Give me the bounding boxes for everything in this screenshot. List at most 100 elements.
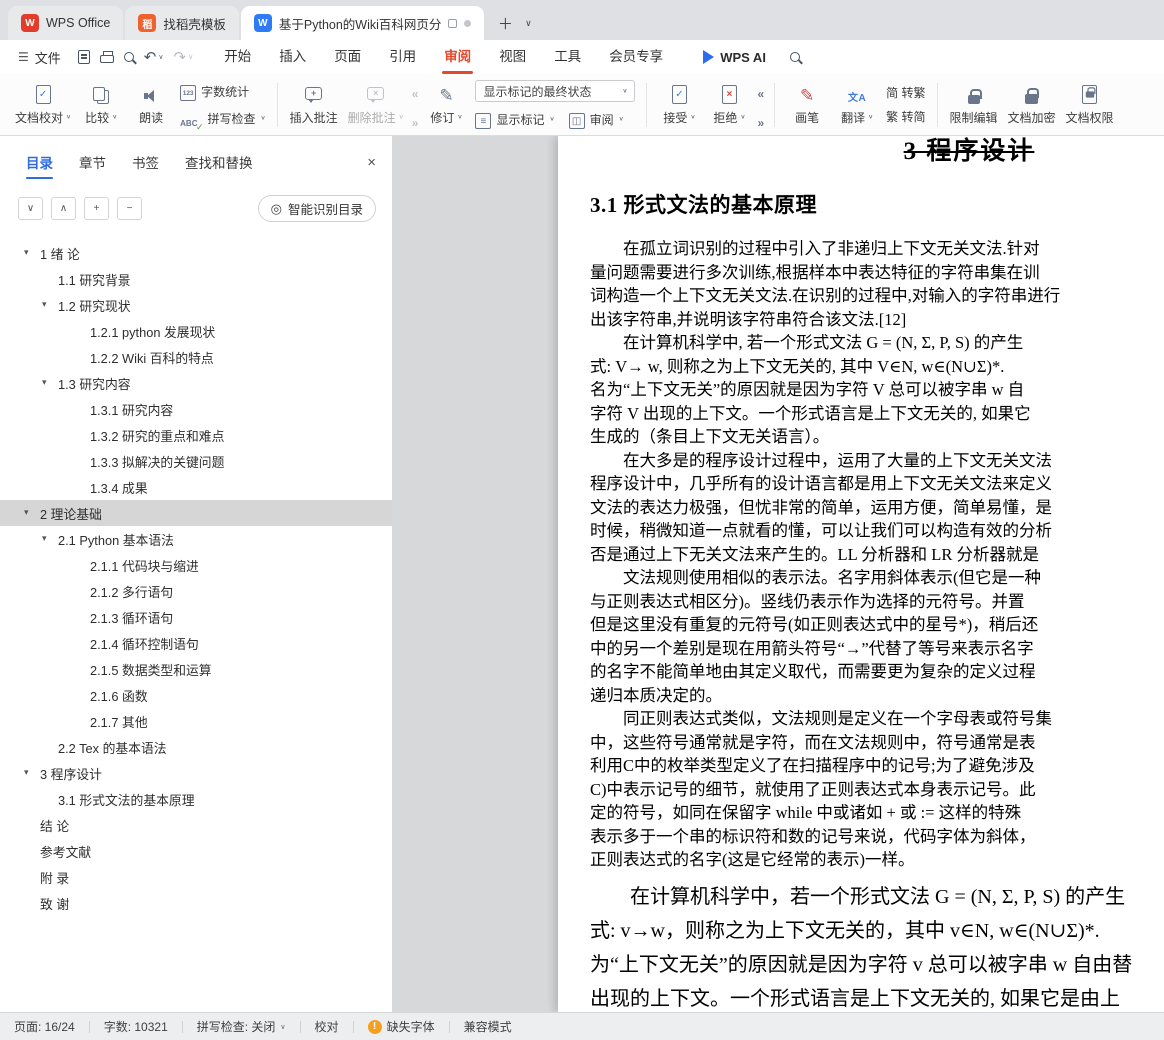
menu-tab-4[interactable]: 审阅: [430, 40, 485, 74]
toc-item[interactable]: 1.3.1 研究内容: [0, 396, 392, 422]
toc-item[interactable]: 2.1.3 循环语句: [0, 604, 392, 630]
menu-tab-0[interactable]: 开始: [210, 40, 265, 74]
window-tab-wps-office[interactable]: W WPS Office: [8, 6, 124, 40]
toc-item[interactable]: ▾ 1.3 研究内容: [0, 370, 392, 396]
menu-tab-3[interactable]: 引用: [375, 40, 430, 74]
ink-brush-button[interactable]: ✎ 画笔: [782, 77, 832, 133]
chevron-up-button[interactable]: ∧: [51, 197, 76, 220]
wps-ai-button[interactable]: WPS AI: [703, 50, 766, 65]
accept-change-button[interactable]: ✓ 接受 ∨: [654, 77, 704, 133]
menu-tab-1[interactable]: 插入: [265, 40, 320, 74]
toc-item[interactable]: 附 录: [0, 864, 392, 890]
word-count-button[interactable]: 123 字数统计: [180, 81, 265, 101]
markup-state-select[interactable]: 显示标记的最终状态 ∨: [475, 80, 636, 102]
next-comment-button: »: [412, 109, 419, 129]
spell-check-status[interactable]: 拼写检查: 关闭 ∨: [197, 1018, 286, 1035]
doc-permission-button[interactable]: 文档权限: [1061, 77, 1119, 133]
toc-item-label: 1.2.2 Wiki 百科的特点: [90, 350, 214, 366]
toc-item[interactable]: 2.2 Tex 的基本语法: [0, 734, 392, 760]
toc-item[interactable]: ▾ 2 理论基础: [0, 500, 392, 526]
text-line: 利用C中的枚举类型定义了在扫描程序中的记号;为了避免涉及: [590, 756, 1035, 775]
tab-list-dropdown[interactable]: ∨: [518, 10, 538, 36]
word-count[interactable]: 字数: 10321: [104, 1018, 168, 1035]
undo-button[interactable]: ↶ ∨: [139, 45, 169, 69]
spell-check-button[interactable]: ABC ✓ 拼写检查 ∨: [180, 108, 265, 133]
chevron-expand-icon[interactable]: ▾: [42, 300, 47, 309]
unsaved-dot-icon: [464, 19, 472, 27]
file-menu-button[interactable]: ☰ 文件: [10, 44, 69, 70]
translate-button[interactable]: 文A 翻译 ∨: [832, 77, 882, 133]
toc-item[interactable]: ▾ 1.2 研究现状: [0, 292, 392, 318]
insert-comment-button[interactable]: + 插入批注: [285, 77, 343, 133]
toc-item[interactable]: 1.3.2 研究的重点和难点: [0, 422, 392, 448]
track-changes-button[interactable]: ✎ 修订 ∨: [421, 77, 471, 133]
reject-change-button[interactable]: × 拒绝 ∨: [704, 77, 754, 133]
expand-level-button[interactable]: +: [84, 197, 109, 220]
doc-encrypt-button[interactable]: 文档加密: [1003, 77, 1061, 133]
toc-item[interactable]: 2.1.1 代码块与缩进: [0, 552, 392, 578]
menu-tab-7[interactable]: 会员专享: [595, 40, 677, 74]
toc-item[interactable]: 1.2.1 python 发展现状: [0, 318, 392, 344]
menu-tab-6[interactable]: 工具: [540, 40, 595, 74]
smart-toc-button[interactable]: ◎ 智能识别目录: [257, 195, 376, 222]
sidebar-tab-2[interactable]: 书签: [132, 152, 159, 172]
chevron-expand-icon[interactable]: ▾: [42, 378, 47, 387]
read-aloud-button[interactable]: 朗读: [126, 77, 176, 133]
chevron-down-button[interactable]: ∨: [18, 197, 43, 220]
next-change-button[interactable]: »: [757, 109, 764, 129]
window-tab-document[interactable]: W 基于Python的Wiki百科网页分: [240, 6, 485, 40]
to-simplified-button[interactable]: 繁 转简: [886, 108, 925, 125]
search-button[interactable]: [789, 52, 800, 62]
proofread[interactable]: 校对: [315, 1018, 339, 1035]
collapse-level-button[interactable]: −: [117, 197, 142, 220]
toc-item[interactable]: 致 谢: [0, 890, 392, 916]
doc-proofing-button[interactable]: ✓ 文档校对 ∨: [10, 77, 76, 133]
sidebar-tab-3[interactable]: 查找和替换: [185, 152, 253, 172]
chevron-expand-icon[interactable]: ▾: [24, 768, 29, 777]
toc-item[interactable]: ▾ 3 程序设计: [0, 760, 392, 786]
print-preview-icon: [123, 52, 134, 62]
button-label: 文档校对 ∨: [15, 110, 72, 125]
chevron-expand-icon[interactable]: ▾: [24, 508, 29, 517]
toc-item[interactable]: ▾ 2.1 Python 基本语法: [0, 526, 392, 552]
document-page[interactable]: 3 程序设计 3.1 形式文法的基本原理 在孤立词识别的过程中引入了非递归上下文…: [558, 136, 1164, 1012]
toc-item[interactable]: 1.2.2 Wiki 百科的特点: [0, 344, 392, 370]
toc-item[interactable]: 2.1.5 数据类型和运算: [0, 656, 392, 682]
menu-tab-2[interactable]: 页面: [320, 40, 375, 74]
toc-item[interactable]: 2.1.2 多行语句: [0, 578, 392, 604]
missing-fonts-warning[interactable]: ! 缺失字体: [367, 1018, 435, 1035]
print-preview-button[interactable]: [119, 45, 139, 69]
toc-item[interactable]: 1.3.3 拟解决的关键问题: [0, 448, 392, 474]
toc-item[interactable]: 3.1 形式文法的基本原理: [0, 786, 392, 812]
show-markup-button[interactable]: ≡ 显示标记 ∨: [475, 109, 555, 129]
window-tab-docer[interactable]: 稻找稻壳模板: [125, 6, 239, 40]
toc-item[interactable]: 1.1 研究背景: [0, 266, 392, 292]
review-pane-button[interactable]: ◫ 审阅 ∨: [568, 109, 624, 129]
save-button[interactable]: [73, 45, 95, 69]
page-indicator[interactable]: 页面: 16/24: [14, 1018, 75, 1035]
close-sidebar-icon[interactable]: ×: [367, 155, 376, 170]
paragraph: 文法规则使用相似的表示法。名字用斜体表示(但它是一种 与正则表达式相区分)。竖线仍…: [590, 566, 1164, 707]
chevron-expand-icon[interactable]: ▾: [24, 248, 29, 257]
new-tab-button[interactable]: ＋: [492, 10, 518, 36]
toc-item[interactable]: 1.3.4 成果: [0, 474, 392, 500]
prev-change-button[interactable]: «: [757, 80, 764, 100]
sidebar-tab-0[interactable]: 目录: [26, 152, 53, 179]
toc-item[interactable]: 2.1.7 其他: [0, 708, 392, 734]
to-traditional-button[interactable]: 简 转繁: [886, 84, 925, 101]
tab-window-icon[interactable]: [448, 18, 458, 28]
button-label: 画笔: [795, 110, 820, 125]
toc-item[interactable]: 2.1.4 循环控制语句: [0, 630, 392, 656]
restrict-editing-button[interactable]: 限制编辑: [945, 77, 1003, 133]
sidebar-tab-1[interactable]: 章节: [79, 152, 106, 172]
compare-button[interactable]: 比较 ∨: [76, 77, 126, 133]
toc-item[interactable]: 结 论: [0, 812, 392, 838]
print-button[interactable]: [95, 45, 119, 69]
chevron-expand-icon[interactable]: ▾: [42, 534, 47, 543]
toc-item[interactable]: 参考文献: [0, 838, 392, 864]
next-change-icon: »: [757, 116, 765, 130]
menu-tab-5[interactable]: 视图: [485, 40, 540, 74]
toc-item[interactable]: 2.1.6 函数: [0, 682, 392, 708]
compat-mode[interactable]: 兼容模式: [464, 1018, 512, 1035]
toc-item[interactable]: ▾ 1 绪 论: [0, 240, 392, 266]
